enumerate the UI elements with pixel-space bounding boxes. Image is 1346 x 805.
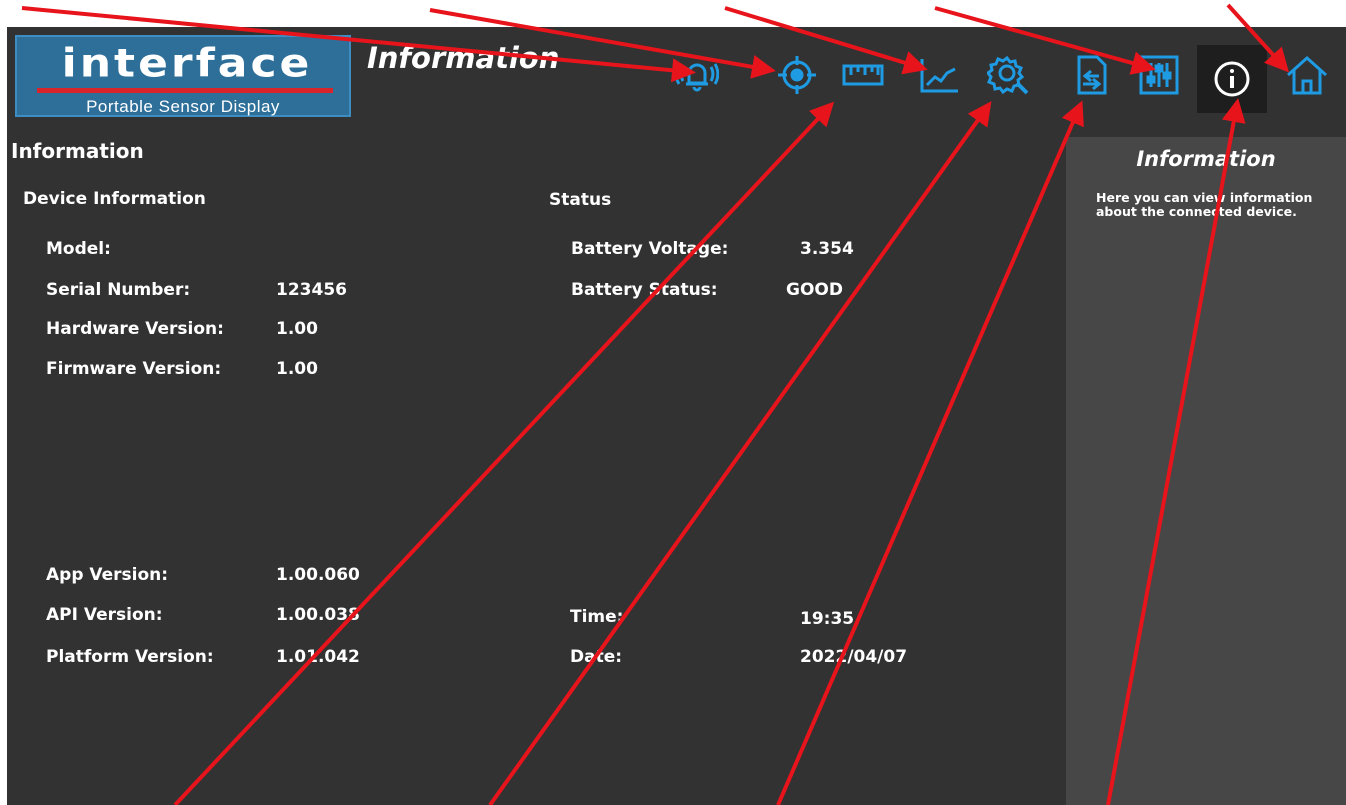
date-label: Date: [570, 647, 623, 667]
logo-red-bar [37, 88, 333, 93]
data-transfer-button[interactable] [1065, 49, 1117, 101]
time-value: 19:35 [800, 609, 855, 629]
battery-status-value: GOOD [786, 280, 843, 300]
help-panel-text: Here you can view information about the … [1096, 190, 1313, 219]
home-icon [1286, 55, 1328, 95]
page-title: Information [367, 41, 560, 75]
info-button[interactable] [1197, 45, 1267, 113]
logo-wordmark: interface [61, 40, 313, 87]
firmware-version-value: 1.00 [276, 359, 318, 379]
file-transfer-icon [1077, 55, 1107, 95]
adjust-button[interactable] [1133, 49, 1185, 101]
chart-icon [920, 59, 958, 93]
ruler-icon [842, 64, 884, 86]
app-window: interface Portable Sensor Display Inform… [7, 27, 1346, 805]
info-icon [1214, 61, 1250, 97]
time-label: Time: [570, 607, 624, 627]
logo-subtitle: Portable Sensor Display [86, 97, 280, 116]
serial-number-value: 123456 [276, 280, 347, 300]
battery-voltage-label: Battery Voltage: [571, 239, 729, 259]
alarm-icon [675, 63, 719, 92]
sliders-icon [1139, 55, 1179, 95]
battery-voltage-value: 3.354 [800, 239, 854, 259]
interface-logo: interface Portable Sensor Display [15, 35, 351, 117]
status-heading: Status [549, 190, 612, 210]
date-value: 2022/04/07 [800, 647, 908, 667]
help-panel: Information Here you can view informatio… [1066, 137, 1346, 805]
api-version-value: 1.00.038 [276, 605, 360, 625]
model-label: Model: [46, 239, 111, 259]
settings-icon [987, 55, 1029, 95]
settings-button[interactable] [983, 49, 1035, 101]
app-version-value: 1.00.060 [276, 565, 360, 585]
serial-number-label: Serial Number: [46, 280, 191, 300]
platform-version-value: 1.01.042 [276, 647, 360, 667]
hardware-version-value: 1.00 [276, 319, 318, 339]
home-button[interactable] [1281, 49, 1333, 101]
tare-button[interactable] [771, 49, 823, 101]
platform-version-label: Platform Version: [46, 647, 214, 667]
graph-button[interactable] [913, 49, 965, 101]
alarm-button[interactable] [671, 49, 723, 101]
device-info-heading: Device Information [23, 189, 206, 209]
firmware-version-label: Firmware Version: [46, 359, 222, 379]
target-icon [778, 56, 816, 94]
help-panel-title: Information [1136, 147, 1276, 171]
section-title: Information [11, 139, 144, 163]
units-button[interactable] [837, 49, 889, 101]
toolbar [667, 45, 1337, 113]
hardware-version-label: Hardware Version: [46, 319, 224, 339]
app-version-label: App Version: [46, 565, 169, 585]
api-version-label: API Version: [46, 605, 163, 625]
battery-status-label: Battery Status: [571, 280, 718, 300]
